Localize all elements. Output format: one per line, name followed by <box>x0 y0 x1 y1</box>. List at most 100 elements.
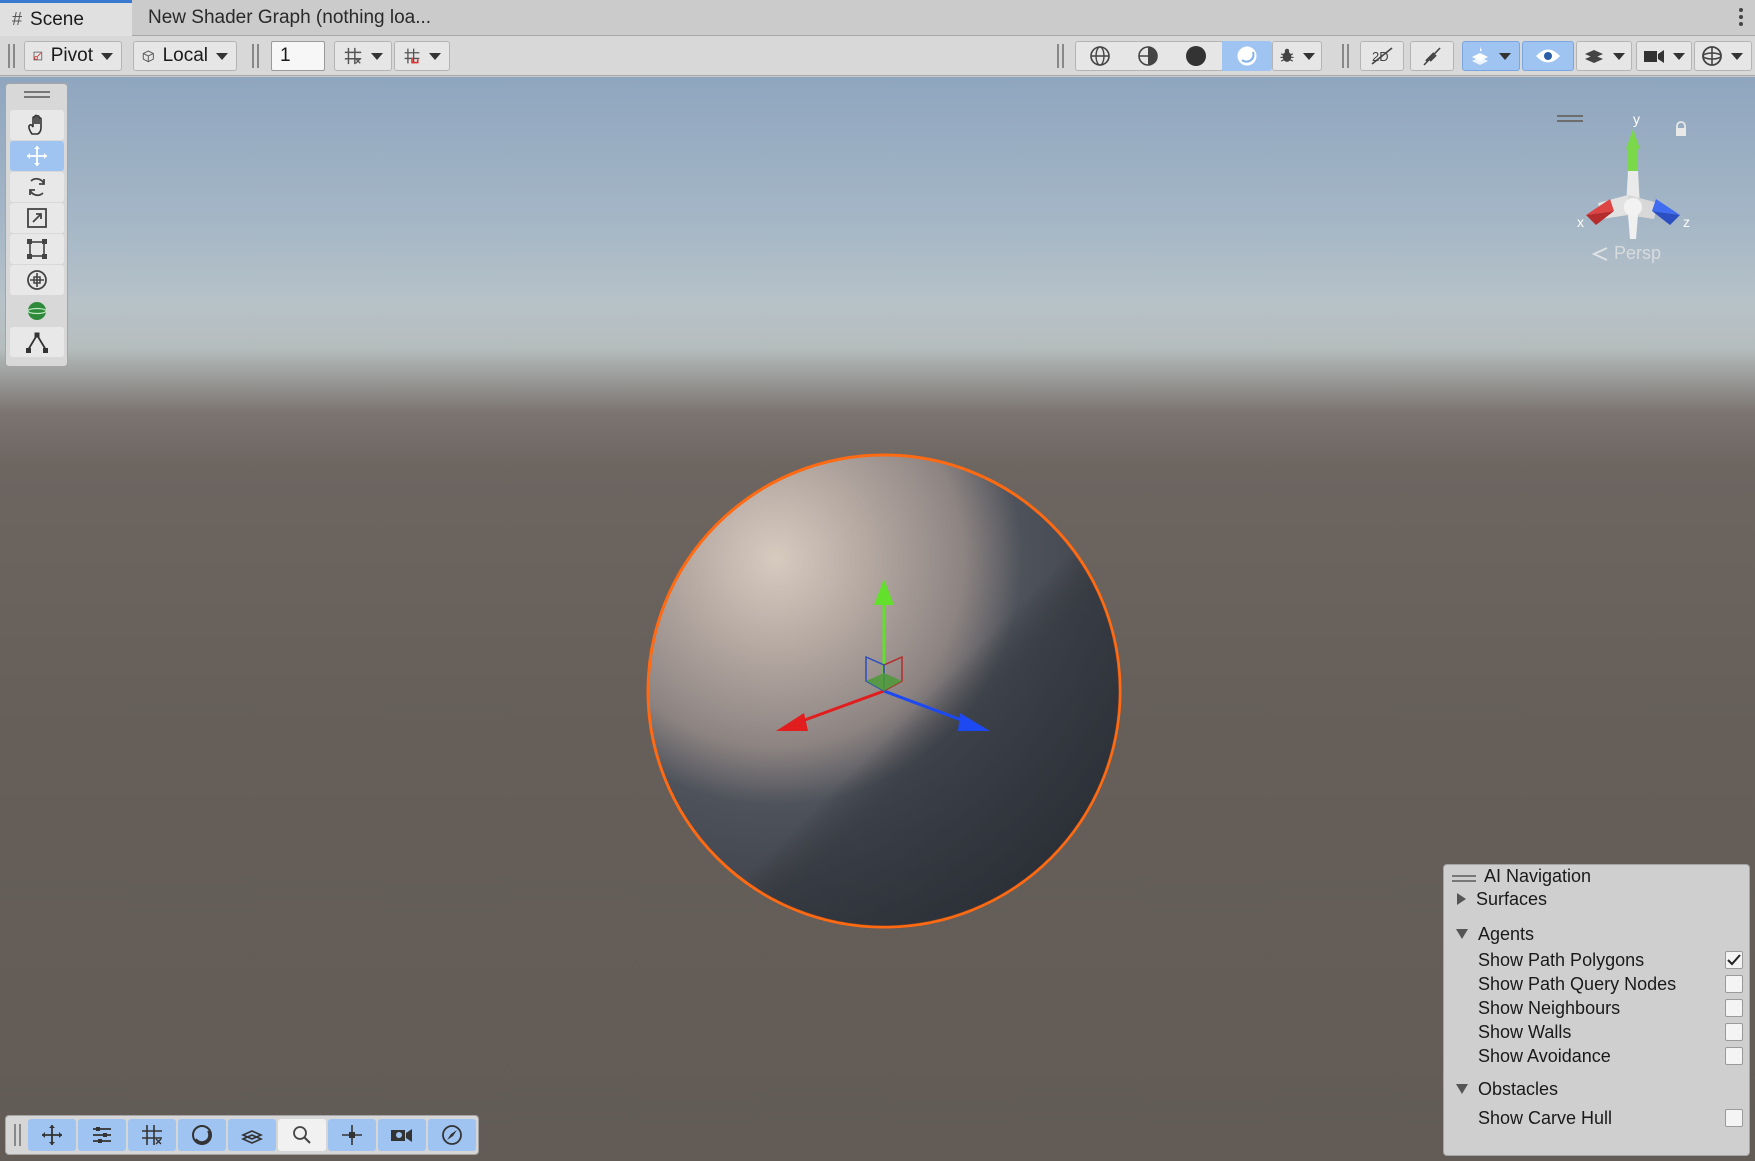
ai-navigation-overlay: AI Navigation Surfaces Agents Show Path … <box>1443 864 1750 1156</box>
surfaces-label: Surfaces <box>1476 888 1548 909</box>
eye-icon <box>1536 49 1560 63</box>
shaded-icon[interactable] <box>1172 42 1220 70</box>
camera-settings-dropdown[interactable] <box>1636 41 1692 71</box>
move-arrows-icon <box>42 1125 62 1145</box>
wireframe-icon[interactable] <box>1076 42 1124 70</box>
option-show-walls[interactable]: Show Walls <box>1444 1020 1749 1044</box>
obstacles-label: Obstacles <box>1478 1078 1559 1099</box>
axis-y-label: y <box>1633 111 1640 127</box>
option-show-path-query-nodes[interactable]: Show Path Query Nodes <box>1444 972 1749 996</box>
toolbar-grip[interactable] <box>8 44 15 68</box>
transform-tool-button[interactable] <box>10 265 64 295</box>
edit-collider-button[interactable] <box>10 327 64 357</box>
draw-mode-group <box>1075 41 1272 71</box>
surfaces-foldout[interactable]: Surfaces <box>1444 887 1749 911</box>
unlit-icon[interactable] <box>1222 41 1272 71</box>
custom-editor-tool-button[interactable] <box>10 296 64 326</box>
option-show-carve-hull[interactable]: Show Carve Hull <box>1444 1106 1749 1130</box>
rotate-icon <box>29 177 45 197</box>
overlay-effects-button[interactable] <box>228 1119 276 1151</box>
grid-snap-icon <box>404 48 420 64</box>
option-label: Show Neighbours <box>1478 997 1621 1018</box>
toolbar-grip[interactable] <box>252 44 259 68</box>
option-show-path-polygons[interactable]: Show Path Polygons <box>1444 948 1749 972</box>
effects-dropdown[interactable] <box>1462 41 1520 71</box>
show-avoidance-checkbox[interactable] <box>1725 1047 1743 1065</box>
gizmos-dropdown[interactable] <box>1694 41 1752 71</box>
overlay-handle[interactable] <box>24 91 50 98</box>
show-path-polygons-checkbox[interactable] <box>1725 951 1743 969</box>
scale-tool-button[interactable] <box>10 203 64 233</box>
selected-sphere[interactable] <box>644 451 1124 931</box>
overlay-navigation-button[interactable] <box>428 1119 476 1151</box>
layers-icon <box>1585 50 1603 63</box>
agents-foldout[interactable]: Agents <box>1444 922 1749 946</box>
shading-mode-icon <box>192 1125 212 1145</box>
rect-transform-icon <box>27 239 47 259</box>
scene-viewport[interactable]: y x z Persp AI Navigation Surfaces Agent… <box>0 77 1755 1161</box>
ai-navigation-title: AI Navigation <box>1484 865 1592 886</box>
effects-layers-icon <box>241 1130 263 1144</box>
transform-all-icon <box>27 270 47 290</box>
layers-dropdown[interactable] <box>1576 41 1632 71</box>
chevron-down-icon <box>1613 52 1625 60</box>
overlay-move-button[interactable] <box>28 1119 76 1151</box>
local-label: Local <box>162 45 208 66</box>
overlay-handle[interactable] <box>1452 875 1476 882</box>
scale-icon <box>27 208 47 228</box>
grid-snap-input[interactable]: 1 <box>271 41 325 71</box>
grid-snapping-dropdown[interactable] <box>394 41 450 71</box>
compass-icon <box>442 1125 462 1145</box>
lighting-toggle-button[interactable] <box>1410 41 1454 71</box>
snap-cross-icon <box>342 1125 362 1145</box>
scene-visibility-toggle[interactable] <box>1522 41 1574 71</box>
local-dropdown[interactable]: Local <box>133 41 237 71</box>
show-neighbours-checkbox[interactable] <box>1725 999 1743 1017</box>
projection-label: Persp <box>1614 243 1662 263</box>
cube-icon <box>142 50 154 63</box>
chevron-down-icon <box>1303 52 1315 60</box>
more-options-icon[interactable] <box>1739 8 1743 26</box>
chevron-down-icon <box>1499 52 1511 60</box>
option-label: Show Carve Hull <box>1478 1107 1613 1128</box>
debug-draw-dropdown[interactable] <box>1272 41 1322 71</box>
orientation-gizmo[interactable]: y x z <box>1548 103 1698 253</box>
overlay-camera-button[interactable] <box>378 1119 426 1151</box>
tab-shader-graph[interactable]: New Shader Graph (nothing loa... <box>140 0 431 36</box>
shaded-wireframe-icon[interactable] <box>1124 42 1172 70</box>
tab-bar: # Scene New Shader Graph (nothing loa... <box>0 0 1755 36</box>
show-path-query-nodes-checkbox[interactable] <box>1725 975 1743 993</box>
show-walls-checkbox[interactable] <box>1725 1023 1743 1041</box>
show-carve-hull-checkbox[interactable] <box>1725 1109 1743 1127</box>
toolbar-grip[interactable] <box>1057 44 1064 68</box>
toolbar-grip[interactable] <box>1342 44 1349 68</box>
option-show-avoidance[interactable]: Show Avoidance <box>1444 1044 1749 1068</box>
move-tool-button[interactable] <box>10 141 64 171</box>
pivot-dropdown[interactable]: Pivot <box>24 41 122 71</box>
grid-visibility-dropdown[interactable] <box>334 41 392 71</box>
overlay-draw-mode-button[interactable] <box>178 1119 226 1151</box>
grid-icon <box>142 1125 162 1145</box>
overlay-grip[interactable] <box>14 1124 21 1146</box>
overlay-search-button[interactable] <box>278 1119 326 1151</box>
sphere-collider-icon <box>27 302 47 320</box>
overlay-grid-button[interactable] <box>128 1119 176 1151</box>
camera-icon <box>1644 50 1664 63</box>
chevron-down-icon <box>1456 1084 1468 1094</box>
rect-tool-button[interactable] <box>10 234 64 264</box>
hand-tool-button[interactable] <box>10 110 64 140</box>
checkmark-icon <box>1727 954 1741 966</box>
toggle-2d-button[interactable]: 2D <box>1360 41 1404 71</box>
perspective-icon <box>1592 246 1608 261</box>
obstacles-foldout[interactable]: Obstacles <box>1444 1077 1749 1101</box>
tab-scene[interactable]: # Scene <box>0 0 132 36</box>
rotate-tool-button[interactable] <box>10 172 64 202</box>
option-show-neighbours[interactable]: Show Neighbours <box>1444 996 1749 1020</box>
tab-scene-label: Scene <box>30 8 84 30</box>
projection-toggle[interactable]: Persp <box>1592 243 1661 264</box>
chevron-down-icon <box>371 52 383 60</box>
overlay-snap-button[interactable] <box>328 1119 376 1151</box>
tab-shader-graph-label: New Shader Graph (nothing loa... <box>148 7 432 28</box>
overlay-tool-settings-button[interactable] <box>78 1119 126 1151</box>
chevron-down-icon <box>1673 52 1685 60</box>
